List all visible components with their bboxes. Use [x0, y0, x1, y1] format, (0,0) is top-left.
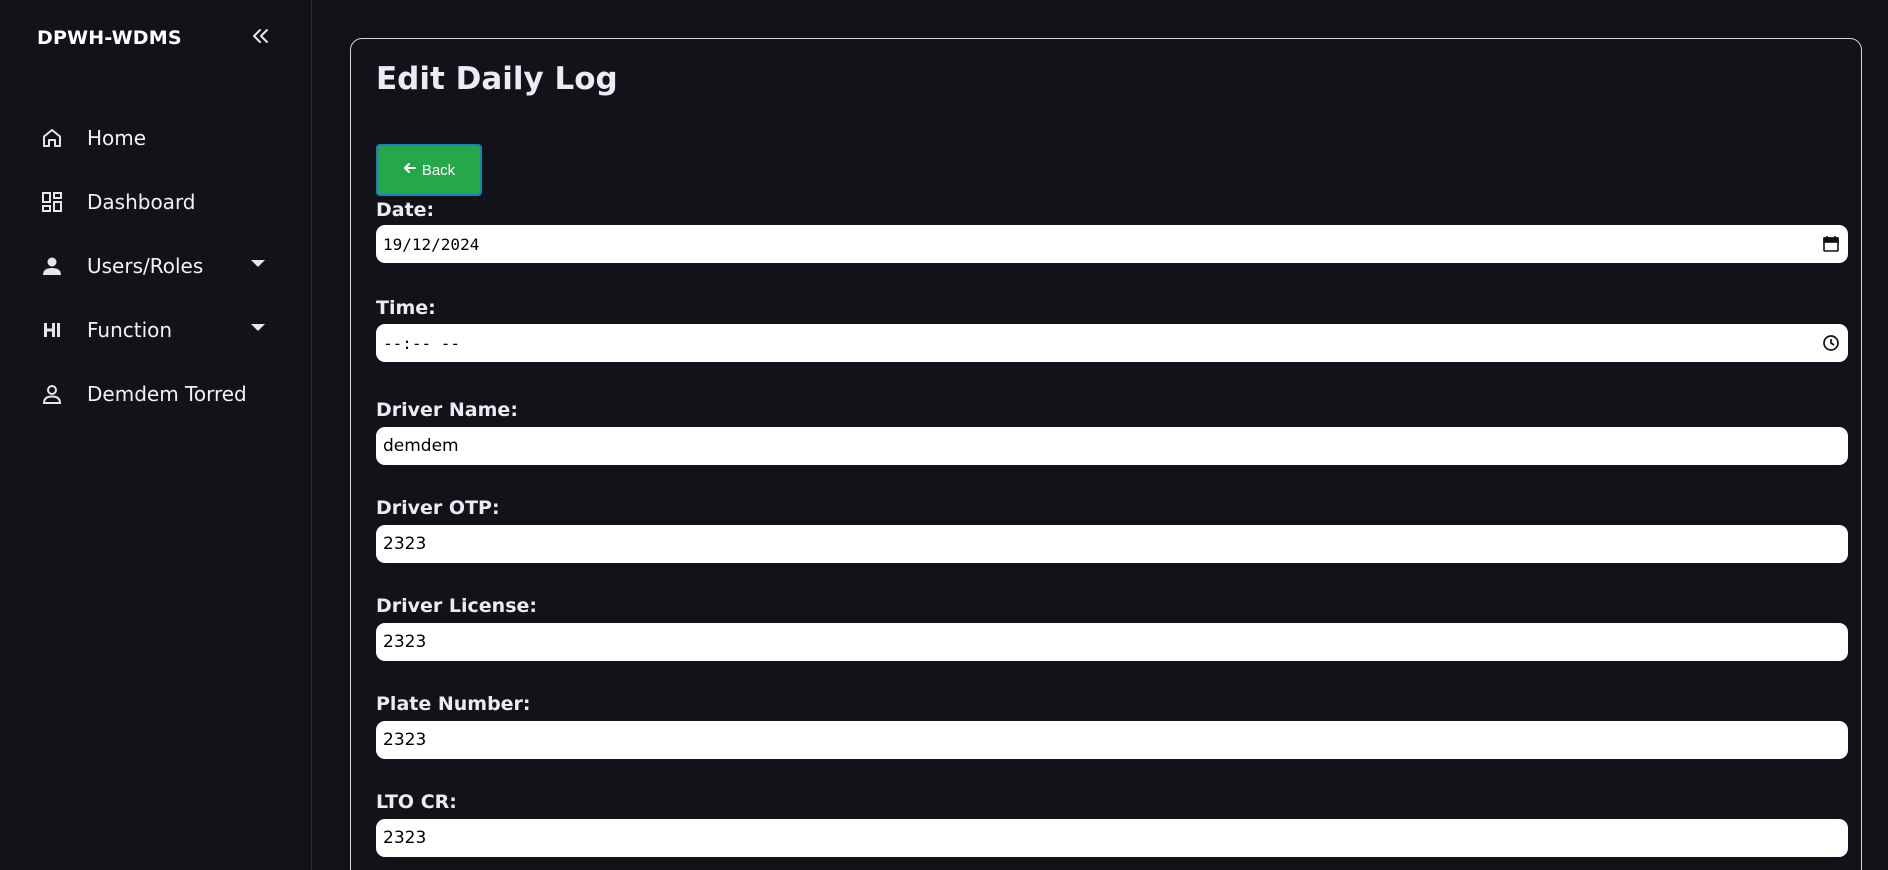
driver-otp-value: 2323	[383, 534, 427, 554]
user-icon	[40, 254, 64, 278]
sidebar-item-label: Users/Roles	[87, 254, 204, 278]
app-window: DPWH-WDMS Home Dashboard Users/Roles Fun…	[0, 0, 1888, 870]
caret-down-icon[interactable]	[251, 324, 265, 331]
lto-cr-value: 2323	[383, 828, 427, 848]
sidebar-item-dashboard[interactable]: Dashboard	[0, 170, 312, 234]
double-chevron-left-icon[interactable]	[248, 24, 272, 48]
edit-log-card: Edit Daily Log Back Date: 19/12/2024 Tim…	[350, 38, 1862, 870]
driver-license-label: Driver License:	[376, 595, 537, 617]
sidebar-item-label: Dashboard	[87, 190, 196, 214]
back-button-label: Back	[421, 161, 456, 179]
profile-icon	[40, 382, 64, 406]
plate-number-value: 2323	[383, 730, 427, 750]
driver-otp-field[interactable]: 2323	[376, 525, 1848, 563]
driver-otp-label: Driver OTP:	[376, 497, 500, 519]
time-value: --:-- --	[383, 333, 461, 353]
driver-license-value: 2323	[383, 632, 427, 652]
time-label: Time:	[376, 297, 436, 319]
dashboard-icon	[40, 190, 64, 214]
sidebar-item-label: Function	[87, 318, 173, 342]
back-button[interactable]: Back	[376, 144, 482, 196]
time-field[interactable]: --:-- --	[376, 324, 1848, 362]
caret-down-icon[interactable]	[251, 260, 265, 267]
sidebar-item-label: Home	[87, 126, 147, 150]
sidebar-item-home[interactable]: Home	[0, 106, 312, 170]
clock-icon[interactable]	[1822, 334, 1840, 352]
driver-name-label: Driver Name:	[376, 399, 518, 421]
page-title: Edit Daily Log	[376, 61, 618, 97]
lto-cr-label: LTO CR:	[376, 791, 457, 813]
brand-title: DPWH-WDMS	[37, 27, 182, 49]
sidebar-item-users-roles[interactable]: Users/Roles	[0, 234, 312, 298]
driver-name-field[interactable]: demdem	[376, 427, 1848, 465]
date-label: Date:	[376, 199, 435, 221]
date-value: 19/12/2024	[383, 234, 480, 254]
lto-cr-field[interactable]: 2323	[376, 819, 1848, 857]
calendar-icon[interactable]	[1822, 235, 1840, 253]
arrow-left-icon	[403, 161, 417, 179]
sidebar: DPWH-WDMS Home Dashboard Users/Roles Fun…	[0, 0, 312, 870]
plate-number-field[interactable]: 2323	[376, 721, 1848, 759]
sidebar-item-label: Demdem Torred	[87, 382, 247, 406]
plate-number-label: Plate Number:	[376, 693, 531, 715]
sidebar-item-function[interactable]: Function	[0, 298, 312, 362]
sidebar-nav: Home Dashboard Users/Roles Function Demd…	[0, 106, 312, 426]
main-content: Edit Daily Log Back Date: 19/12/2024 Tim…	[312, 0, 1888, 870]
driver-name-value: demdem	[383, 436, 459, 456]
sidebar-item-profile[interactable]: Demdem Torred	[0, 362, 312, 426]
date-field[interactable]: 19/12/2024	[376, 225, 1848, 263]
function-icon	[40, 318, 64, 342]
driver-license-field[interactable]: 2323	[376, 623, 1848, 661]
home-icon	[40, 126, 64, 150]
